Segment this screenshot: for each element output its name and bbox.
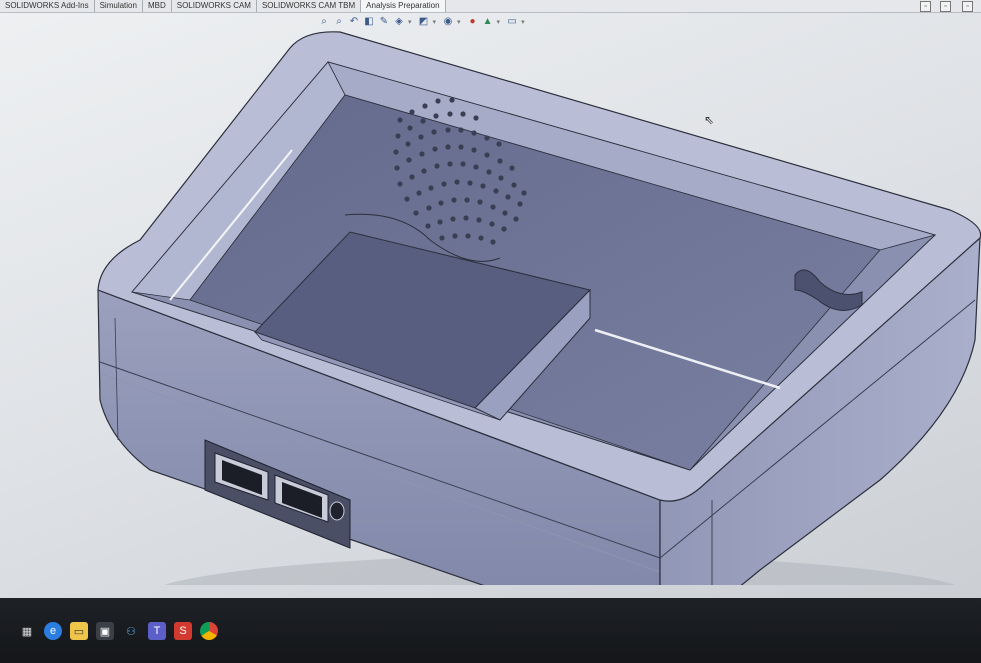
hide-show-dropdown-icon[interactable]: ▾ xyxy=(457,18,461,26)
view-orientation-dropdown-icon[interactable]: ▾ xyxy=(408,18,412,26)
enclosure-model xyxy=(97,31,981,645)
previous-view-icon[interactable]: ↶ xyxy=(348,16,360,28)
display-style-icon[interactable]: ◩ xyxy=(418,16,430,28)
tile-window-icon[interactable]: ▫ xyxy=(940,1,951,12)
tab-simulation[interactable]: Simulation xyxy=(95,0,143,12)
tab-solidworks-cam-tbm[interactable]: SOLIDWORKS CAM TBM xyxy=(257,0,362,12)
display-style-dropdown-icon[interactable]: ▾ xyxy=(433,18,437,26)
apply-scene-dropdown-icon[interactable]: ▾ xyxy=(497,18,501,26)
restore-window-icon[interactable]: ▫ xyxy=(920,1,931,12)
tab-solidworks-add-ins[interactable]: SOLIDWORKS Add-Ins xyxy=(0,0,95,12)
store-icon[interactable]: ▣ xyxy=(96,622,114,640)
heads-up-view-toolbar: ⌕ ⌕ ↶ ◧ ✎ ◈ ▾ ◩ ▾ ◉ ▾ ● ▲ ▾ ▭ ▾ xyxy=(318,14,528,30)
solidworks-icon[interactable]: S xyxy=(174,622,192,640)
view-settings-icon[interactable]: ▭ xyxy=(506,16,518,28)
tab-solidworks-cam[interactable]: SOLIDWORKS CAM xyxy=(172,0,257,12)
apply-scene-icon[interactable]: ▲ xyxy=(482,16,494,28)
tab-analysis-preparation[interactable]: Analysis Preparation xyxy=(361,0,446,12)
chrome-icon[interactable] xyxy=(200,622,218,640)
close-window-icon[interactable]: ▫ xyxy=(962,1,973,12)
zoom-to-fit-icon[interactable]: ⌕ xyxy=(318,16,330,28)
dynamic-annotation-icon[interactable]: ✎ xyxy=(378,16,390,28)
task-view-icon[interactable]: ▦ xyxy=(18,622,36,640)
view-orientation-icon[interactable]: ◈ xyxy=(393,16,405,28)
network-icon[interactable]: ⚇ xyxy=(122,622,140,640)
hide-show-icon[interactable]: ◉ xyxy=(442,16,454,28)
file-explorer-icon[interactable]: ▭ xyxy=(70,622,88,640)
edit-appearance-icon[interactable]: ● xyxy=(467,16,479,28)
section-view-icon[interactable]: ◧ xyxy=(363,16,375,28)
graphics-area[interactable]: ⇖ xyxy=(0,30,981,645)
command-manager-tabs: SOLIDWORKS Add-Ins Simulation MBD SOLIDW… xyxy=(0,0,981,13)
tab-mbd[interactable]: MBD xyxy=(143,0,172,12)
zoom-area-icon[interactable]: ⌕ xyxy=(333,16,345,28)
mouse-cursor-icon: ⇖ xyxy=(704,113,715,127)
taskbar: ▦ e ▭ ▣ ⚇ T S xyxy=(0,598,981,663)
edge-icon[interactable]: e xyxy=(44,622,62,640)
view-settings-dropdown-icon[interactable]: ▾ xyxy=(521,18,525,26)
teams-icon[interactable]: T xyxy=(148,622,166,640)
